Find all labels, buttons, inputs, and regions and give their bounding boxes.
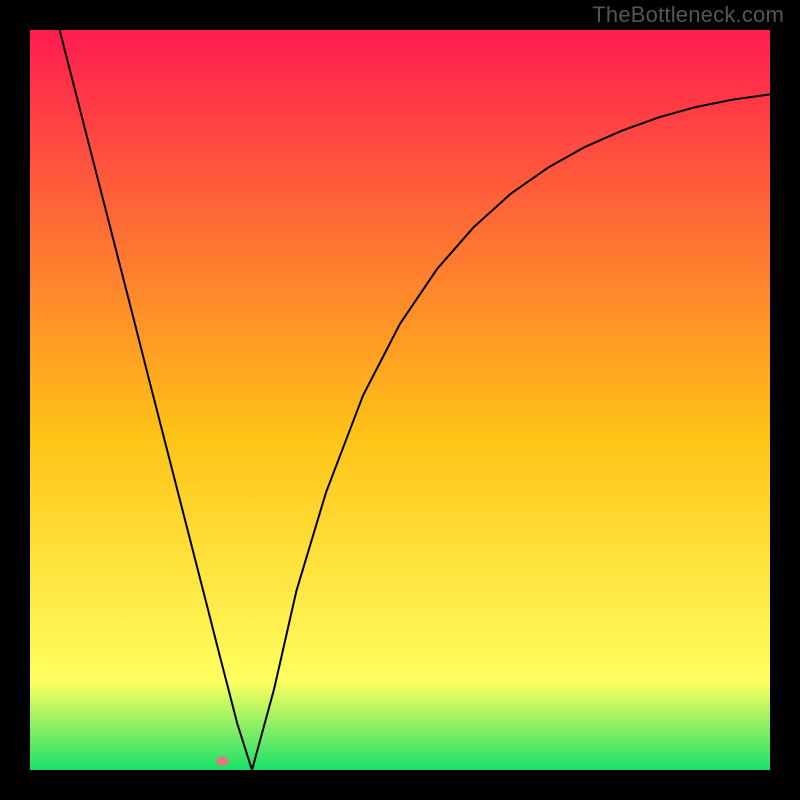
chart-frame: TheBottleneck.com <box>0 0 800 800</box>
chart-svg <box>30 30 770 770</box>
plot-area <box>30 30 770 770</box>
gradient-background <box>30 30 770 770</box>
watermark-text: TheBottleneck.com <box>592 2 784 28</box>
minimum-marker <box>216 756 228 766</box>
